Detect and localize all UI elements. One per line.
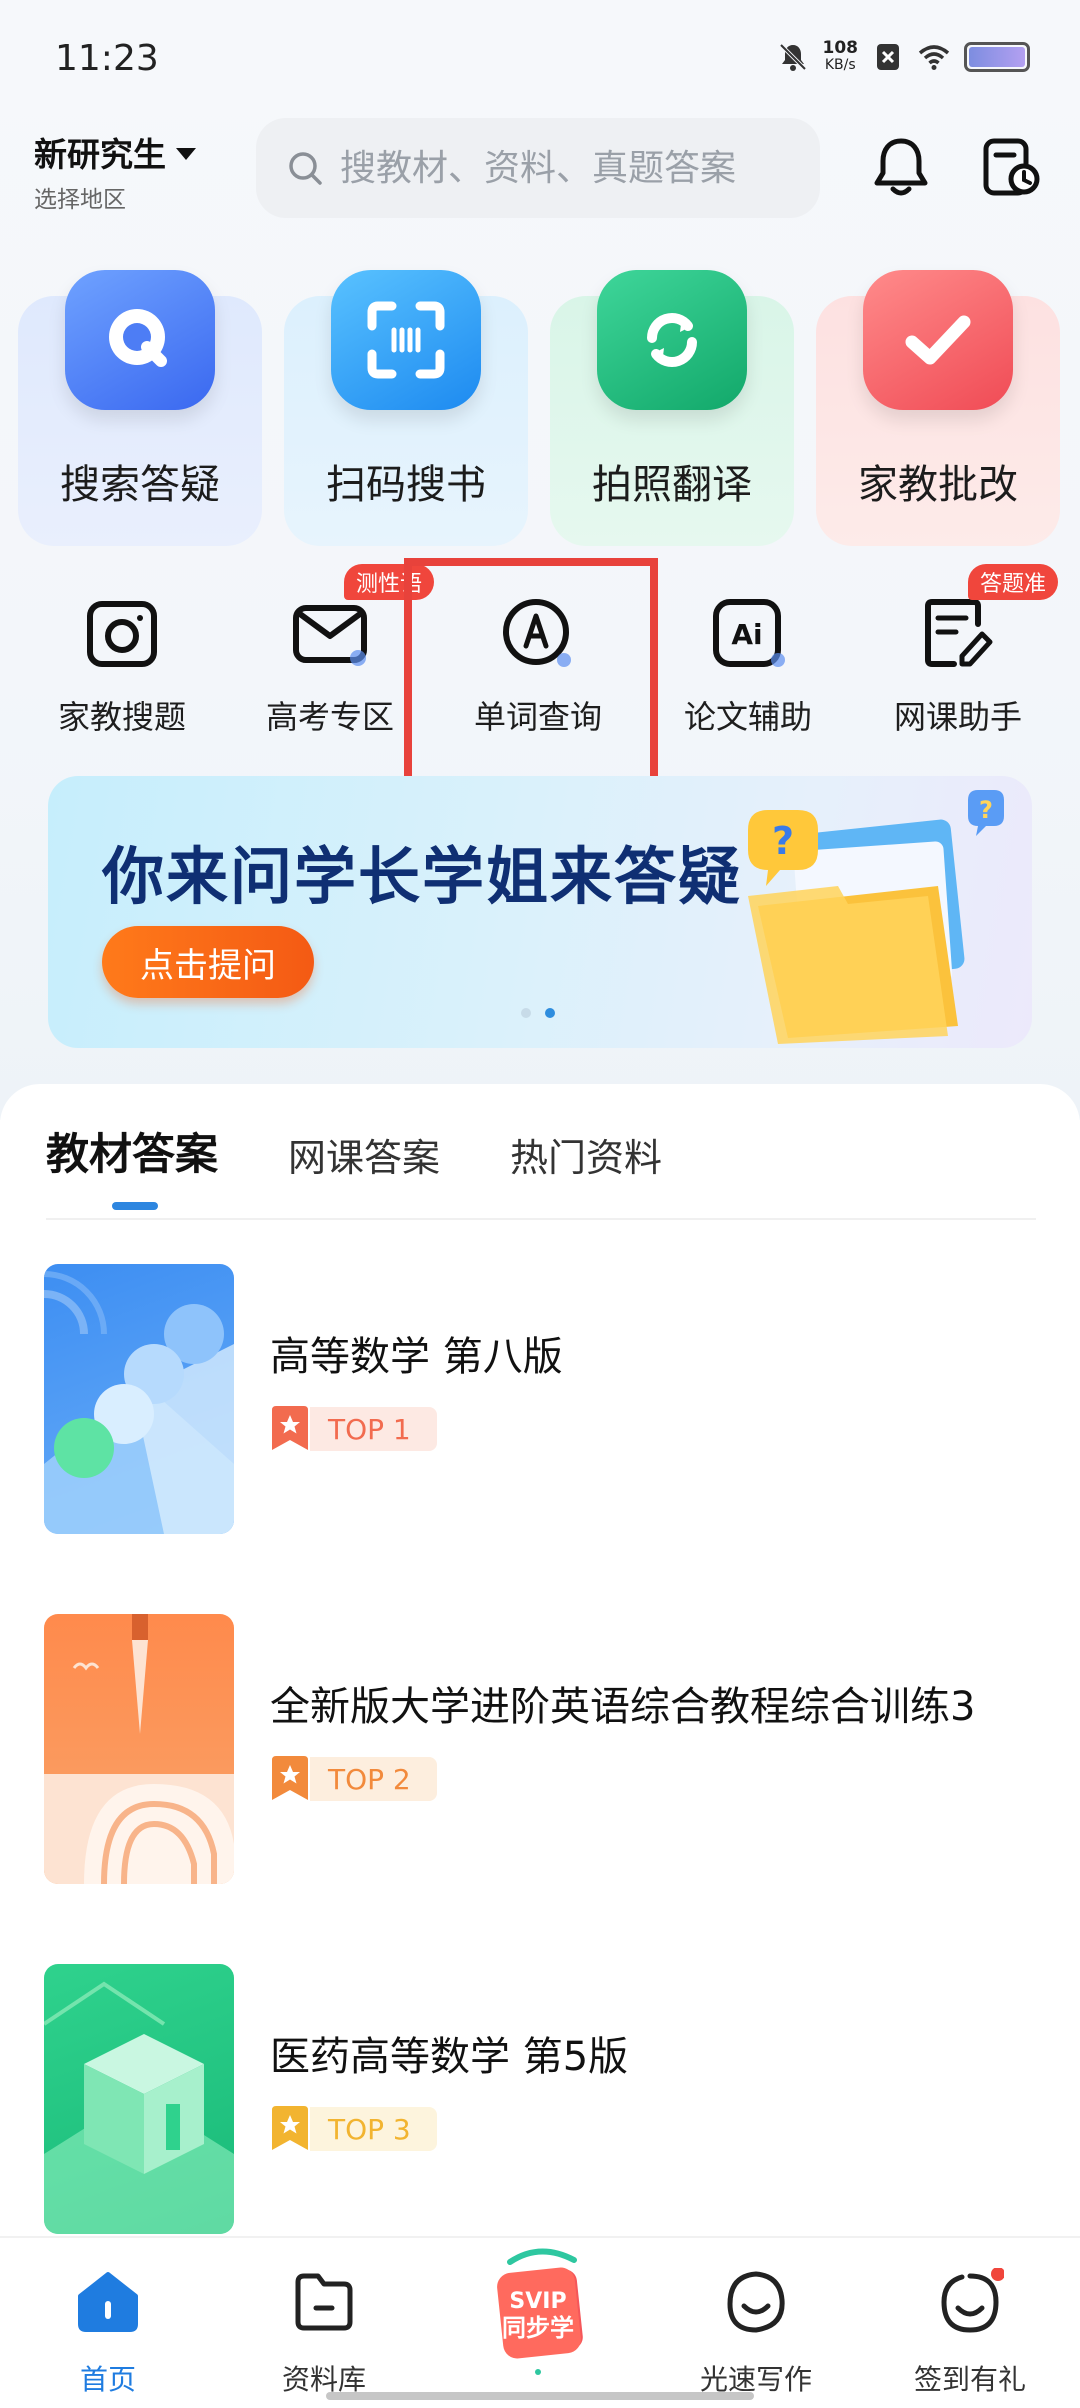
scan-icon <box>331 270 481 410</box>
book-item[interactable]: 全新版大学进阶英语综合教程综合训练3 TOP 2 <box>44 1614 1034 1884</box>
history-button[interactable] <box>976 132 1046 202</box>
tab-hot-materials[interactable]: 热门资料 <box>510 1127 662 1182</box>
tab-indicator <box>112 1202 158 1210</box>
tool-label: 家教搜题 <box>57 698 186 736</box>
notification-button[interactable] <box>866 132 936 202</box>
notepad-icon <box>925 599 993 667</box>
feature-card-scan-book[interactable]: 扫码搜书 <box>284 270 528 546</box>
book-title: 高等数学 第八版 <box>270 1334 563 1380</box>
divider <box>46 1218 1036 1220</box>
wifi-icon <box>918 45 950 70</box>
nav-svip-sync[interactable]: SVIP 同步学 <box>450 2242 630 2382</box>
rank-badge: TOP 2 <box>270 1756 437 1802</box>
tool-label: 网课助手 <box>893 698 1022 736</box>
nav-home[interactable]: 首页 <box>18 2268 198 2398</box>
star-ribbon-icon <box>272 1406 308 1450</box>
book-item[interactable]: 高等数学 第八版 TOP 1 <box>44 1264 1034 1534</box>
document-clock-icon <box>983 138 1040 196</box>
caret-down-icon <box>176 148 196 160</box>
book-cover <box>44 1614 234 1884</box>
tab-textbook-answers[interactable]: 教材答案 <box>46 1120 218 1182</box>
star-ribbon-icon <box>272 2106 308 2150</box>
tool-gaokao-zone[interactable]: 高考专区 <box>230 578 430 738</box>
banner-title: 你来问学长学姐来答疑 <box>102 840 743 913</box>
svg-text:Ai: Ai <box>731 618 762 651</box>
search-input[interactable] <box>340 147 810 189</box>
feature-label: 家教批改 <box>858 462 1018 508</box>
highlight-box <box>404 558 658 784</box>
tab-online-course-answers[interactable]: 网课答案 <box>288 1127 440 1182</box>
tool-online-course-helper[interactable]: 网课助手 <box>858 578 1058 738</box>
camera-icon <box>87 601 157 667</box>
home-icon <box>78 2272 138 2332</box>
svip-sync-icon: SVIP 同步学 <box>497 2248 583 2375</box>
feature-label: 拍照翻译 <box>592 462 752 508</box>
search-icon <box>289 152 322 185</box>
feature-label: 搜索答疑 <box>60 462 220 508</box>
svg-text:同步学: 同步学 <box>502 2314 574 2342</box>
feature-label: 扫码搜书 <box>326 462 486 508</box>
svg-text:?: ? <box>979 796 993 824</box>
content-tabs: 教材答案 网课答案 热门资料 <box>46 1120 662 1182</box>
status-time: 11:23 <box>55 38 159 79</box>
folder-icon <box>295 2273 353 2331</box>
region-title: 新研究生 <box>34 135 166 174</box>
tool-label: 论文辅助 <box>683 698 812 736</box>
svg-text:?: ? <box>772 819 794 863</box>
nav-library[interactable]: 资料库 <box>234 2268 414 2398</box>
check-correct-icon <box>863 270 1013 410</box>
nav-label: 首页 <box>79 2363 136 2396</box>
folder-illustration-icon: ? ? <box>748 790 1004 1044</box>
rank-label: TOP 1 <box>310 1407 437 1451</box>
book-cover <box>44 1964 234 2234</box>
bottom-nav: 首页 资料库 SVIP 同步学 光速写作 签到有礼 <box>0 2236 1080 2408</box>
writing-blob-icon <box>727 2271 785 2333</box>
nav-fast-writing[interactable]: 光速写作 <box>666 2268 846 2398</box>
feature-card-tutor-correct[interactable]: 家教批改 <box>816 270 1060 546</box>
region-subtitle: 选择地区 <box>34 187 126 213</box>
status-icons: 108 KB/s <box>777 38 1030 74</box>
envelope-icon <box>293 605 367 666</box>
book-item[interactable]: 医药高等数学 第5版 TOP 3 <box>44 1964 1034 2234</box>
rank-label: TOP 2 <box>310 1757 437 1801</box>
tool-label: 高考专区 <box>265 698 394 736</box>
home-indicator <box>326 2392 754 2400</box>
rank-badge: TOP 3 <box>270 2106 437 2152</box>
bell-off-icon <box>779 43 806 71</box>
battery-icon <box>964 42 1030 72</box>
net-speed: 108 KB/s <box>822 38 859 74</box>
tool-tutor-search[interactable]: 家教搜题 <box>22 578 222 738</box>
tool-paper-assist[interactable]: Ai 论文辅助 <box>648 578 848 738</box>
svg-text:SVIP: SVIP <box>509 2289 566 2314</box>
rank-badge: TOP 1 <box>270 1406 437 1452</box>
ai-icon: Ai <box>713 599 785 667</box>
star-ribbon-icon <box>272 1756 308 1800</box>
ask-button[interactable]: 点击提问 <box>102 926 314 998</box>
sim-error-icon <box>877 44 899 70</box>
book-cover <box>44 1264 234 1534</box>
status-bar: 11:23 108 KB/s <box>0 0 1080 120</box>
feature-card-search-answer[interactable]: 搜索答疑 <box>18 270 262 546</box>
search-q-icon <box>65 270 215 410</box>
book-title: 医药高等数学 第5版 <box>270 2034 629 2080</box>
promo-banner[interactable]: 你来问学长学姐来答疑 点击提问 ? ? <box>48 776 1032 1048</box>
book-title: 全新版大学进阶英语综合教程综合训练3 <box>270 1684 976 1730</box>
search-bar[interactable] <box>256 118 820 218</box>
feature-card-photo-translate[interactable]: 拍照翻译 <box>550 270 794 546</box>
nav-checkin-reward[interactable]: 签到有礼 <box>880 2268 1060 2398</box>
checkin-face-icon <box>941 2268 1004 2333</box>
region-selector[interactable]: 新研究生 选择地区 <box>34 128 196 214</box>
nav-label: 签到有礼 <box>913 2363 1026 2396</box>
bell-icon <box>874 138 928 196</box>
tool-tag-badge: 答题准 <box>968 564 1059 600</box>
translate-camera-icon <box>597 270 747 410</box>
banner-pagination <box>521 1008 555 1018</box>
rank-label: TOP 3 <box>310 2107 437 2151</box>
